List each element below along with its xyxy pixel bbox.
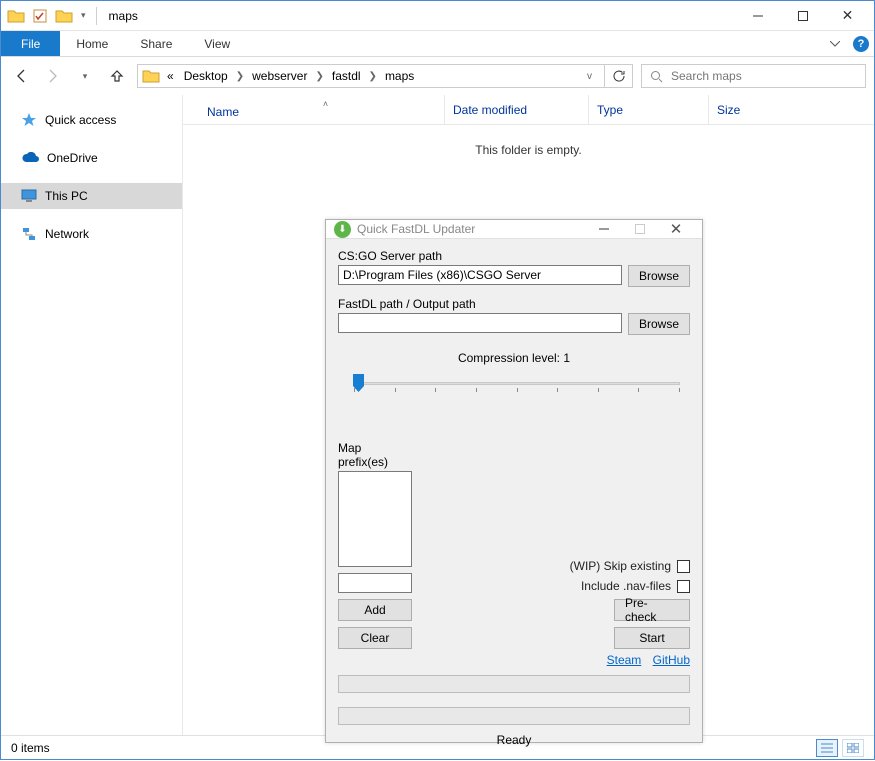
column-size[interactable]: Size <box>709 95 874 124</box>
chevron-right-icon[interactable]: ❯ <box>368 71 378 82</box>
sidebar-item-onedrive[interactable]: OneDrive <box>1 145 182 171</box>
add-button[interactable]: Add <box>338 599 412 621</box>
minimize-button[interactable] <box>735 2 780 30</box>
breadcrumb[interactable]: webserver <box>249 69 310 83</box>
sidebar-item-quick-access[interactable]: Quick access <box>1 107 182 133</box>
column-date[interactable]: Date modified <box>445 95 589 124</box>
slider-track <box>354 382 680 385</box>
breadcrumb[interactable]: fastdl <box>329 69 364 83</box>
chevron-right-icon[interactable]: ❯ <box>314 71 324 82</box>
progress-bar-2 <box>338 707 690 725</box>
folder-icon <box>53 5 75 27</box>
breadcrumb[interactable]: maps <box>382 69 417 83</box>
folder-icon <box>5 5 27 27</box>
sidebar-item-label: Network <box>45 227 89 241</box>
ribbon-tabs: File Home Share View ? <box>1 31 874 57</box>
server-path-input[interactable] <box>338 265 622 285</box>
precheck-button[interactable]: Pre-check <box>614 599 690 621</box>
divider <box>96 7 97 25</box>
empty-folder-message: This folder is empty. <box>183 125 874 157</box>
window-title: maps <box>109 9 138 23</box>
include-nav-row[interactable]: Include .nav-files <box>432 579 690 593</box>
view-details-icon[interactable] <box>816 739 838 757</box>
browse-fastdl-button[interactable]: Browse <box>628 313 690 335</box>
map-prefix-input[interactable] <box>338 573 412 593</box>
sidebar-item-label: This PC <box>45 189 88 203</box>
column-name[interactable]: ˄ Name <box>199 95 445 124</box>
github-link[interactable]: GitHub <box>653 653 690 667</box>
download-icon: ⬇ <box>334 221 351 238</box>
fastdl-path-input[interactable] <box>338 313 622 333</box>
address-bar-row: ▾ « Desktop ❯ webserver ❯ fastdl ❯ maps … <box>1 57 874 95</box>
tab-home[interactable]: Home <box>60 31 124 56</box>
address-bar[interactable]: « Desktop ❯ webserver ❯ fastdl ❯ maps v <box>137 64 605 88</box>
breadcrumb-prefix[interactable]: « <box>164 69 177 83</box>
dialog-title: Quick FastDL Updater <box>357 222 475 236</box>
star-icon <box>21 112 37 128</box>
recent-dropdown-icon[interactable]: ▾ <box>73 64 97 88</box>
column-type[interactable]: Type <box>589 95 709 124</box>
up-button[interactable] <box>105 64 129 88</box>
search-input[interactable]: Search maps <box>641 64 866 88</box>
start-button[interactable]: Start <box>614 627 690 649</box>
tab-view[interactable]: View <box>188 31 246 56</box>
skip-existing-row[interactable]: (WIP) Skip existing <box>432 559 690 573</box>
forward-button[interactable] <box>41 64 65 88</box>
dialog-maximize-button <box>622 220 658 238</box>
maximize-button[interactable] <box>780 2 825 30</box>
help-button[interactable]: ? <box>848 31 874 56</box>
view-large-icons-icon[interactable] <box>842 739 864 757</box>
dialog-minimize-button[interactable] <box>586 220 622 238</box>
address-dropdown-icon[interactable]: v <box>581 71 598 82</box>
skip-existing-checkbox[interactable] <box>677 560 690 573</box>
dialog-close-button[interactable]: ✕ <box>658 220 694 238</box>
fastdl-updater-dialog: ⬇ Quick FastDL Updater ✕ CS:GO Server pa… <box>325 219 703 743</box>
compression-slider[interactable] <box>338 371 690 401</box>
folder-icon <box>142 68 160 84</box>
include-nav-label: Include .nav-files <box>581 579 671 593</box>
compression-level-label: Compression level: 1 <box>338 351 690 365</box>
cloud-icon <box>21 152 39 164</box>
sidebar-item-network[interactable]: Network <box>1 221 182 247</box>
map-prefix-label: Map prefix(es) <box>338 441 412 469</box>
sidebar-item-this-pc[interactable]: This PC <box>1 183 182 209</box>
slider-thumb[interactable] <box>353 374 364 392</box>
search-icon <box>650 70 663 83</box>
column-headers: ˄ Name Date modified Type Size <box>183 95 874 125</box>
sidebar: Quick access OneDrive This PC Network <box>1 95 183 735</box>
include-nav-checkbox[interactable] <box>677 580 690 593</box>
fastdl-path-label: FastDL path / Output path <box>338 297 690 311</box>
breadcrumb[interactable]: Desktop <box>181 69 231 83</box>
map-prefix-list[interactable] <box>338 471 412 567</box>
dialog-titlebar[interactable]: ⬇ Quick FastDL Updater ✕ <box>326 220 702 239</box>
chevron-right-icon[interactable]: ❯ <box>235 71 245 82</box>
tab-file[interactable]: File <box>1 31 60 56</box>
qat-dropdown-icon[interactable]: ▾ <box>77 10 90 21</box>
sidebar-item-label: OneDrive <box>47 151 98 165</box>
slider-ticks <box>354 388 680 394</box>
clear-button[interactable]: Clear <box>338 627 412 649</box>
pc-icon <box>21 189 37 203</box>
search-placeholder: Search maps <box>671 69 742 83</box>
browse-server-button[interactable]: Browse <box>628 265 690 287</box>
close-button[interactable]: ✕ <box>825 2 870 30</box>
server-path-label: CS:GO Server path <box>338 249 690 263</box>
steam-link[interactable]: Steam <box>607 653 642 667</box>
network-icon <box>21 227 37 241</box>
dialog-status: Ready <box>338 729 690 751</box>
skip-existing-label: (WIP) Skip existing <box>570 559 671 573</box>
ribbon-collapse-icon[interactable] <box>822 31 848 56</box>
item-count: 0 items <box>11 741 50 755</box>
properties-icon[interactable] <box>29 5 51 27</box>
window-titlebar: ▾ maps ✕ <box>1 1 874 31</box>
sidebar-item-label: Quick access <box>45 113 116 127</box>
progress-bar-1 <box>338 675 690 693</box>
back-button[interactable] <box>9 64 33 88</box>
refresh-button[interactable] <box>605 64 633 88</box>
tab-share[interactable]: Share <box>124 31 188 56</box>
